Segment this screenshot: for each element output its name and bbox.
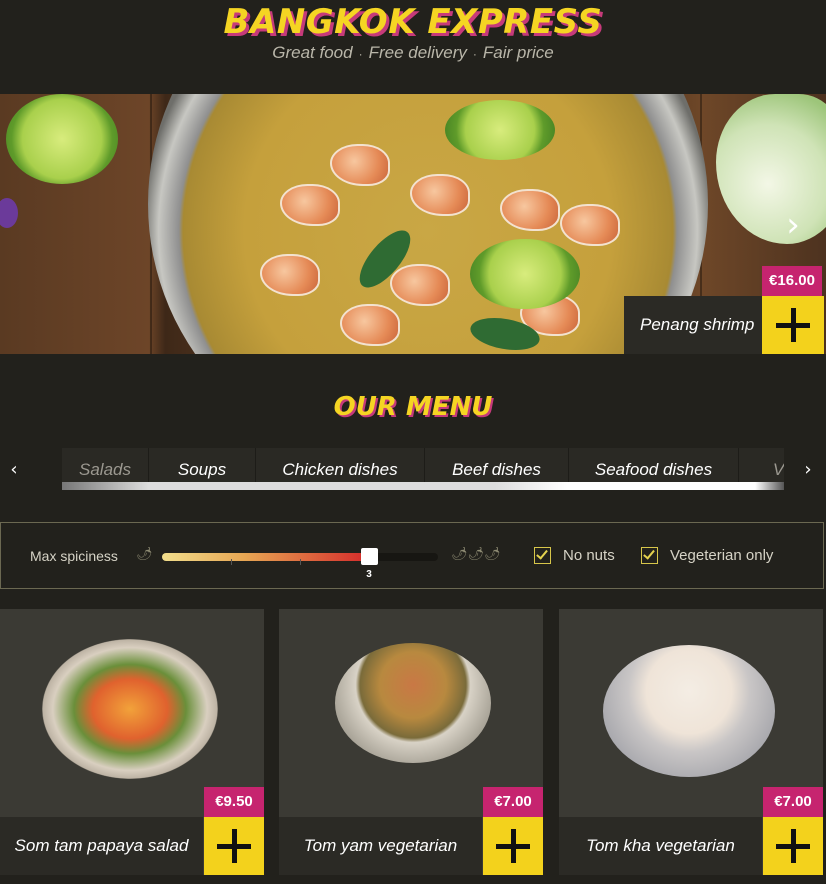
vegetarian-checkbox[interactable] bbox=[641, 547, 658, 564]
category-scrollbar[interactable] bbox=[62, 482, 784, 490]
checkmark-icon bbox=[536, 547, 548, 560]
hero-next-arrow-icon[interactable]: › bbox=[778, 205, 808, 245]
product-card[interactable]: €7.00 Tom kha vegetarian bbox=[559, 609, 823, 875]
separator-dot: · bbox=[472, 47, 477, 61]
filter-bar: Max spiciness 🌶 3 🌶🌶🌶 No nuts Vegeterian… bbox=[0, 522, 824, 589]
tom-kha-bowl-image bbox=[603, 645, 775, 777]
flower-decoration bbox=[0, 198, 18, 228]
bok-choy-decoration bbox=[716, 94, 826, 244]
tagline: Great food · Free delivery · Fair price bbox=[0, 42, 826, 65]
add-to-cart-button[interactable] bbox=[483, 817, 543, 875]
lime-wedge-decoration bbox=[445, 100, 555, 160]
slider-value: 3 bbox=[366, 569, 372, 580]
slider-tick bbox=[231, 559, 232, 565]
tagline-item: Free delivery bbox=[368, 43, 467, 62]
product-card[interactable]: €9.50 Som tam papaya salad bbox=[0, 609, 264, 875]
slider-tick bbox=[300, 559, 301, 565]
plus-icon bbox=[790, 308, 796, 342]
add-to-cart-button[interactable] bbox=[763, 817, 823, 875]
price-badge: €9.50 bbox=[204, 787, 264, 817]
chili-icon: 🌶 bbox=[136, 547, 153, 562]
product-name: Tom kha vegetarian bbox=[559, 817, 762, 875]
price-badge: €7.00 bbox=[763, 787, 823, 817]
product-name: Tom yam vegetarian bbox=[279, 817, 482, 875]
plus-icon bbox=[790, 829, 796, 863]
lime-half-decoration bbox=[6, 94, 118, 184]
checkmark-icon bbox=[643, 547, 655, 560]
add-to-cart-button[interactable] bbox=[204, 817, 264, 875]
three-chili-icon: 🌶🌶🌶 bbox=[451, 547, 501, 562]
hero-price-badge: €16.00 bbox=[762, 266, 822, 296]
category-next-arrow-icon[interactable]: › bbox=[798, 458, 818, 482]
brand-logo-title[interactable]: BANGKOK EXPRESS bbox=[0, 0, 826, 44]
no-nuts-checkbox[interactable] bbox=[534, 547, 551, 564]
tom-yam-bowl-image bbox=[335, 643, 491, 763]
lime-wedge-decoration bbox=[470, 239, 580, 309]
spiciness-slider[interactable] bbox=[162, 553, 438, 565]
slider-handle[interactable] bbox=[361, 548, 378, 565]
hero-dish-name: Penang shrimp bbox=[640, 315, 755, 334]
slider-fill bbox=[162, 553, 369, 561]
separator-dot: · bbox=[358, 47, 363, 61]
tagline-item: Fair price bbox=[482, 43, 554, 62]
menu-section-title: OUR MENU bbox=[333, 392, 493, 422]
category-prev-arrow-icon[interactable]: ‹ bbox=[4, 458, 24, 482]
plus-icon bbox=[231, 829, 237, 863]
product-card[interactable]: €7.00 Tom yam vegetarian bbox=[279, 609, 543, 875]
vegetarian-label[interactable]: Vegeterian only bbox=[670, 523, 773, 589]
product-name: Som tam papaya salad bbox=[0, 817, 203, 875]
spiciness-label: Max spiciness bbox=[30, 548, 118, 564]
tagline-item: Great food bbox=[272, 43, 353, 62]
papaya-salad-image bbox=[42, 639, 218, 779]
plus-icon bbox=[510, 829, 516, 863]
price-badge: €7.00 bbox=[483, 787, 543, 817]
hero-add-to-cart-button[interactable] bbox=[762, 296, 824, 354]
site-header: BANGKOK EXPRESS Great food · Free delivery… bbox=[0, 0, 826, 94]
no-nuts-label[interactable]: No nuts bbox=[563, 523, 615, 589]
